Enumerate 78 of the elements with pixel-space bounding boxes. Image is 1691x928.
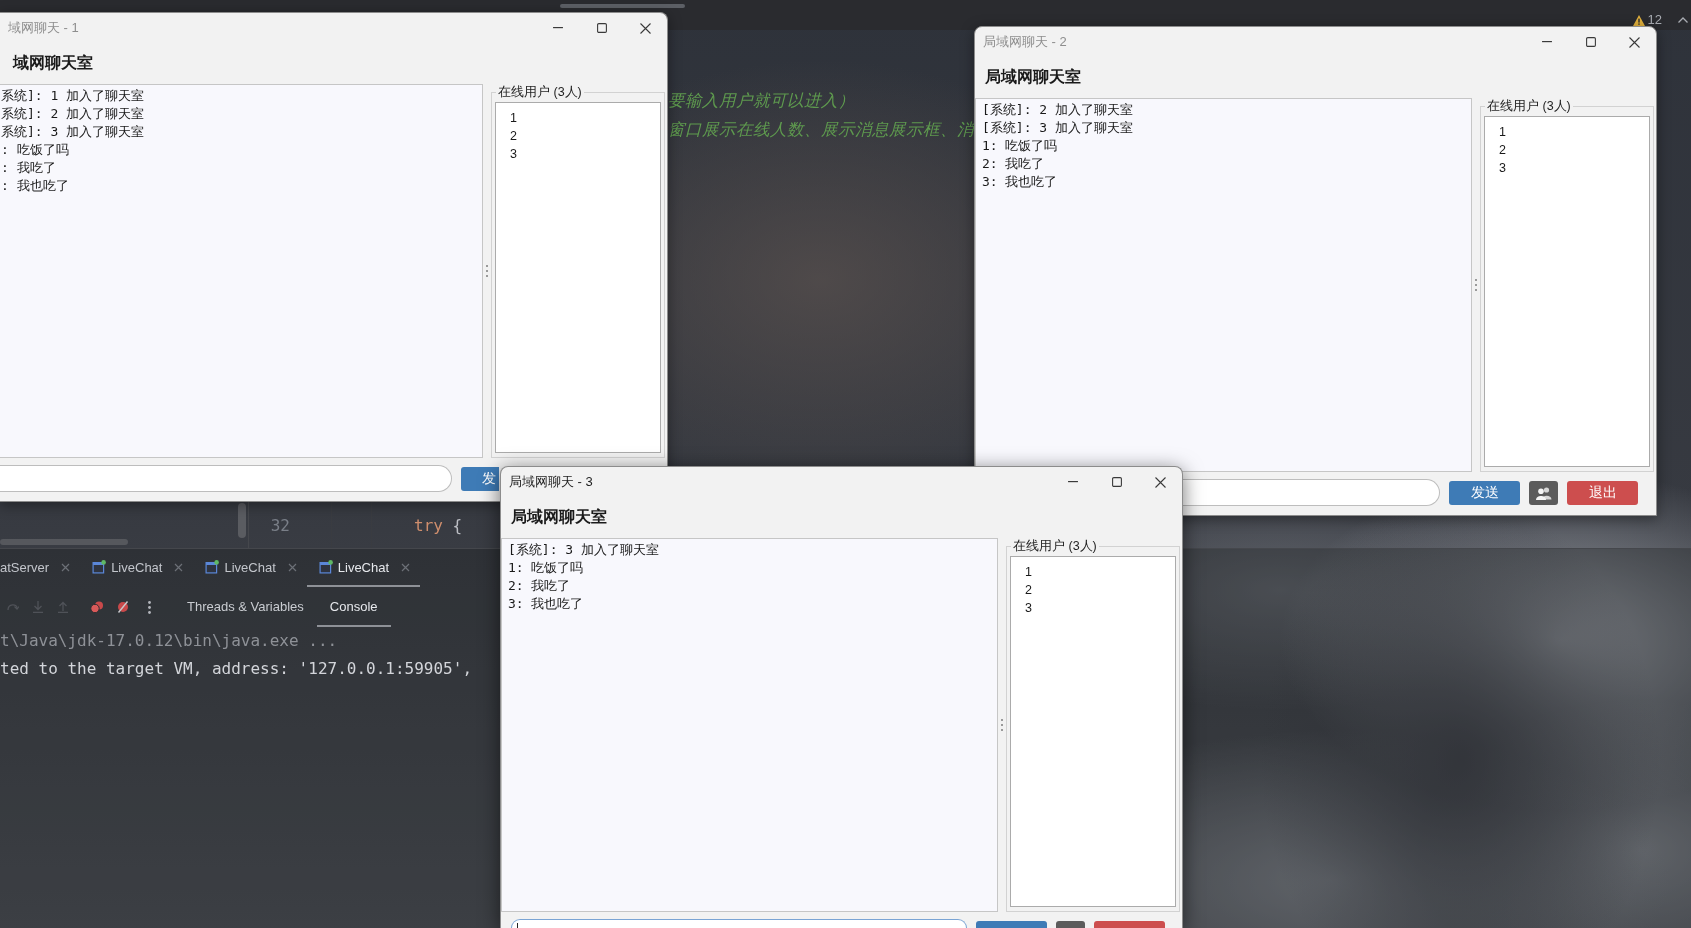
chat-message: : 我吃了 <box>1 159 56 177</box>
run-tab[interactable]: atServer <box>0 549 81 587</box>
people-icon <box>1535 486 1552 500</box>
message-input[interactable] <box>1183 479 1440 506</box>
user-list-item[interactable]: 3 <box>1485 159 1510 177</box>
chat-message: : 我也吃了 <box>1 177 69 195</box>
console-line: t\Java\jdk-17.0.12\bin\java.exe ... <box>0 630 338 652</box>
console-line: ted to the target VM, address: '127.0.0.1:59905', <box>0 658 472 680</box>
user-list-item[interactable]: 2 <box>1485 141 1510 159</box>
debug-tab[interactable]: Console <box>316 587 391 627</box>
user-list-item[interactable]: 2 <box>1011 581 1036 599</box>
online-users-label: 在线用户 (3人) <box>1011 538 1099 554</box>
user-list[interactable]: 1 2 3 <box>1484 116 1650 467</box>
code-comment: 要输入用户就可以进入） <box>668 90 855 112</box>
chat-message: 1: 吃饭了吗 <box>982 137 1058 155</box>
send-button[interactable]: 发送 <box>1449 481 1520 505</box>
run-tab[interactable]: LiveChat <box>193 549 307 587</box>
close-icon[interactable] <box>640 22 651 34</box>
chat-room-heading: 域网聊天室 <box>13 53 93 73</box>
minimize-icon[interactable] <box>1542 41 1552 43</box>
online-users-label: 在线用户 (3人) <box>496 84 584 100</box>
warning-icon[interactable] <box>1632 14 1645 26</box>
window-title: 局域网聊天 - 2 <box>983 33 1067 51</box>
send-button[interactable]: 发 <box>461 467 499 491</box>
window-title: 域网聊天 - 1 <box>8 19 79 37</box>
users-button[interactable] <box>1529 481 1558 505</box>
chat-message: [系统]: 3 加入了聊天室 <box>508 541 659 559</box>
scrollbar-thumb[interactable] <box>560 4 685 8</box>
chat-message: 2: 我吃了 <box>508 577 571 595</box>
online-users-label: 在线用户 (3人) <box>1485 98 1573 114</box>
user-list[interactable]: 1 2 3 <box>1010 556 1176 907</box>
warning-count[interactable]: 12 <box>1647 12 1662 28</box>
minimize-icon[interactable] <box>1068 481 1078 483</box>
user-list-item[interactable]: 3 <box>496 145 521 163</box>
user-list-item[interactable]: 1 <box>496 109 521 127</box>
chat-message: [系统]: 2 加入了聊天室 <box>982 101 1133 119</box>
scrollbar-thumb[interactable] <box>0 539 128 545</box>
user-list[interactable]: 1 2 3 <box>495 102 661 453</box>
user-list-item[interactable]: 2 <box>496 127 521 145</box>
user-list-item[interactable]: 1 <box>1011 563 1036 581</box>
chat-message: 3: 我也吃了 <box>982 173 1058 191</box>
chevron-up-icon[interactable] <box>1678 17 1688 23</box>
chat-message: 2: 我吃了 <box>982 155 1045 173</box>
maximize-icon[interactable] <box>597 23 607 33</box>
code-line: try { <box>414 515 463 535</box>
chat-room-heading: 局域网聊天室 <box>985 67 1081 87</box>
line-number: 32 <box>270 515 290 535</box>
chat-message: [系统]: 3 加入了聊天室 <box>982 119 1133 137</box>
window-title: 局域网聊天 - 3 <box>509 473 593 491</box>
maximize-icon[interactable] <box>1112 477 1122 487</box>
chat-message: 系统]: 3 加入了聊天室 <box>1 123 145 141</box>
chat-message: : 吃饭了吗 <box>1 141 69 159</box>
chat-message: 3: 我也吃了 <box>508 595 584 613</box>
message-input[interactable] <box>0 465 452 492</box>
step-into-icon[interactable] <box>33 601 43 613</box>
debug-tab[interactable]: Threads & Variables <box>174 587 317 627</box>
scrollbar-thumb[interactable] <box>238 503 246 538</box>
step-over-icon[interactable] <box>7 602 19 612</box>
close-icon[interactable] <box>1155 476 1166 488</box>
breakpoints-icon[interactable] <box>90 601 104 613</box>
minimize-icon[interactable] <box>553 27 563 29</box>
chat-room-heading: 局域网聊天室 <box>511 507 607 527</box>
code-comment: 窗口展示在线人数、展示消息展示框、消 <box>668 119 974 141</box>
chat-message: 系统]: 2 加入了聊天室 <box>1 105 145 123</box>
chat-message: 1: 吃饭了吗 <box>508 559 584 577</box>
more-options-icon[interactable] <box>148 600 151 614</box>
mute-breakpoints-icon[interactable] <box>117 601 129 613</box>
close-icon[interactable] <box>1629 36 1640 48</box>
run-tab[interactable]: LiveChat <box>306 549 421 587</box>
user-list-item[interactable]: 3 <box>1011 599 1036 617</box>
maximize-icon[interactable] <box>1586 37 1596 47</box>
chat-message: 系统]: 1 加入了聊天室 <box>1 87 145 105</box>
run-tab[interactable]: LiveChat <box>80 549 194 587</box>
user-list-item[interactable]: 1 <box>1485 123 1510 141</box>
exit-button[interactable]: 退出 <box>1567 481 1638 505</box>
text-cursor-icon <box>517 923 518 928</box>
message-input[interactable] <box>511 919 967 928</box>
step-out-icon[interactable] <box>58 601 68 613</box>
